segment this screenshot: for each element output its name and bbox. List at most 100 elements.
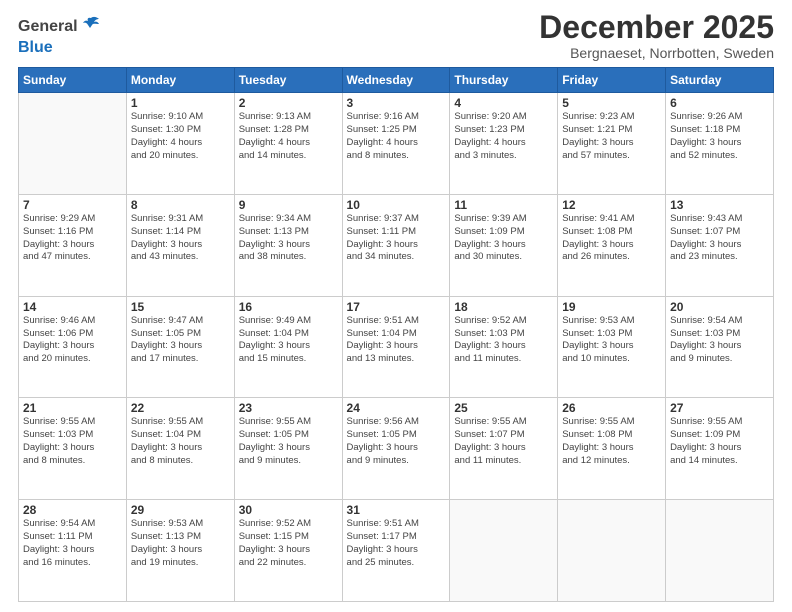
- calendar-cell: 20Sunrise: 9:54 AM Sunset: 1:03 PM Dayli…: [666, 296, 774, 398]
- day-number: 25: [454, 401, 553, 415]
- day-info: Sunrise: 9:23 AM Sunset: 1:21 PM Dayligh…: [562, 111, 661, 162]
- calendar-cell: 16Sunrise: 9:49 AM Sunset: 1:04 PM Dayli…: [234, 296, 342, 398]
- calendar-cell: 12Sunrise: 9:41 AM Sunset: 1:08 PM Dayli…: [558, 194, 666, 296]
- day-number: 19: [562, 300, 661, 314]
- calendar-week-row: 28Sunrise: 9:54 AM Sunset: 1:11 PM Dayli…: [19, 500, 774, 602]
- calendar-cell: 19Sunrise: 9:53 AM Sunset: 1:03 PM Dayli…: [558, 296, 666, 398]
- day-number: 5: [562, 96, 661, 110]
- calendar-cell: 8Sunrise: 9:31 AM Sunset: 1:14 PM Daylig…: [126, 194, 234, 296]
- calendar-cell: 3Sunrise: 9:16 AM Sunset: 1:25 PM Daylig…: [342, 93, 450, 195]
- day-info: Sunrise: 9:55 AM Sunset: 1:05 PM Dayligh…: [239, 416, 338, 467]
- page: General Blue December 2025 Bergnaeset, N…: [0, 0, 792, 612]
- day-number: 27: [670, 401, 769, 415]
- day-info: Sunrise: 9:51 AM Sunset: 1:04 PM Dayligh…: [347, 315, 446, 366]
- calendar-cell: 17Sunrise: 9:51 AM Sunset: 1:04 PM Dayli…: [342, 296, 450, 398]
- day-info: Sunrise: 9:10 AM Sunset: 1:30 PM Dayligh…: [131, 111, 230, 162]
- calendar-cell: 9Sunrise: 9:34 AM Sunset: 1:13 PM Daylig…: [234, 194, 342, 296]
- day-info: Sunrise: 9:29 AM Sunset: 1:16 PM Dayligh…: [23, 213, 122, 264]
- day-number: 7: [23, 198, 122, 212]
- day-number: 15: [131, 300, 230, 314]
- day-info: Sunrise: 9:55 AM Sunset: 1:08 PM Dayligh…: [562, 416, 661, 467]
- day-number: 23: [239, 401, 338, 415]
- calendar-cell: 5Sunrise: 9:23 AM Sunset: 1:21 PM Daylig…: [558, 93, 666, 195]
- day-number: 8: [131, 198, 230, 212]
- day-number: 13: [670, 198, 769, 212]
- day-number: 11: [454, 198, 553, 212]
- day-number: 6: [670, 96, 769, 110]
- day-info: Sunrise: 9:52 AM Sunset: 1:15 PM Dayligh…: [239, 518, 338, 569]
- calendar-cell: [19, 93, 127, 195]
- calendar-weekday-friday: Friday: [558, 68, 666, 93]
- day-info: Sunrise: 9:56 AM Sunset: 1:05 PM Dayligh…: [347, 416, 446, 467]
- day-info: Sunrise: 9:53 AM Sunset: 1:03 PM Dayligh…: [562, 315, 661, 366]
- calendar-cell: 24Sunrise: 9:56 AM Sunset: 1:05 PM Dayli…: [342, 398, 450, 500]
- day-info: Sunrise: 9:55 AM Sunset: 1:03 PM Dayligh…: [23, 416, 122, 467]
- calendar-cell: 31Sunrise: 9:51 AM Sunset: 1:17 PM Dayli…: [342, 500, 450, 602]
- day-info: Sunrise: 9:54 AM Sunset: 1:03 PM Dayligh…: [670, 315, 769, 366]
- calendar-table: SundayMondayTuesdayWednesdayThursdayFrid…: [18, 67, 774, 602]
- logo: General Blue: [18, 10, 101, 57]
- day-number: 22: [131, 401, 230, 415]
- day-info: Sunrise: 9:34 AM Sunset: 1:13 PM Dayligh…: [239, 213, 338, 264]
- calendar-cell: [450, 500, 558, 602]
- location: Bergnaeset, Norrbotten, Sweden: [539, 45, 774, 61]
- day-number: 28: [23, 503, 122, 517]
- day-number: 4: [454, 96, 553, 110]
- calendar-weekday-monday: Monday: [126, 68, 234, 93]
- calendar-cell: 2Sunrise: 9:13 AM Sunset: 1:28 PM Daylig…: [234, 93, 342, 195]
- calendar-cell: 22Sunrise: 9:55 AM Sunset: 1:04 PM Dayli…: [126, 398, 234, 500]
- calendar-cell: 29Sunrise: 9:53 AM Sunset: 1:13 PM Dayli…: [126, 500, 234, 602]
- day-info: Sunrise: 9:37 AM Sunset: 1:11 PM Dayligh…: [347, 213, 446, 264]
- day-number: 14: [23, 300, 122, 314]
- day-number: 24: [347, 401, 446, 415]
- day-number: 20: [670, 300, 769, 314]
- calendar-cell: 14Sunrise: 9:46 AM Sunset: 1:06 PM Dayli…: [19, 296, 127, 398]
- month-title: December 2025: [539, 10, 774, 45]
- logo-general: General: [18, 18, 78, 36]
- day-info: Sunrise: 9:51 AM Sunset: 1:17 PM Dayligh…: [347, 518, 446, 569]
- calendar-cell: 4Sunrise: 9:20 AM Sunset: 1:23 PM Daylig…: [450, 93, 558, 195]
- calendar-cell: 28Sunrise: 9:54 AM Sunset: 1:11 PM Dayli…: [19, 500, 127, 602]
- title-section: December 2025 Bergnaeset, Norrbotten, Sw…: [539, 10, 774, 61]
- calendar-cell: 6Sunrise: 9:26 AM Sunset: 1:18 PM Daylig…: [666, 93, 774, 195]
- day-info: Sunrise: 9:20 AM Sunset: 1:23 PM Dayligh…: [454, 111, 553, 162]
- day-number: 30: [239, 503, 338, 517]
- day-info: Sunrise: 9:53 AM Sunset: 1:13 PM Dayligh…: [131, 518, 230, 569]
- day-number: 18: [454, 300, 553, 314]
- calendar-cell: 10Sunrise: 9:37 AM Sunset: 1:11 PM Dayli…: [342, 194, 450, 296]
- calendar-weekday-thursday: Thursday: [450, 68, 558, 93]
- day-info: Sunrise: 9:46 AM Sunset: 1:06 PM Dayligh…: [23, 315, 122, 366]
- day-info: Sunrise: 9:49 AM Sunset: 1:04 PM Dayligh…: [239, 315, 338, 366]
- day-number: 12: [562, 198, 661, 212]
- day-number: 29: [131, 503, 230, 517]
- day-info: Sunrise: 9:31 AM Sunset: 1:14 PM Dayligh…: [131, 213, 230, 264]
- day-number: 1: [131, 96, 230, 110]
- day-number: 16: [239, 300, 338, 314]
- day-info: Sunrise: 9:55 AM Sunset: 1:07 PM Dayligh…: [454, 416, 553, 467]
- day-info: Sunrise: 9:55 AM Sunset: 1:09 PM Dayligh…: [670, 416, 769, 467]
- calendar-weekday-sunday: Sunday: [19, 68, 127, 93]
- calendar-cell: 13Sunrise: 9:43 AM Sunset: 1:07 PM Dayli…: [666, 194, 774, 296]
- calendar-cell: 21Sunrise: 9:55 AM Sunset: 1:03 PM Dayli…: [19, 398, 127, 500]
- day-info: Sunrise: 9:16 AM Sunset: 1:25 PM Dayligh…: [347, 111, 446, 162]
- day-number: 17: [347, 300, 446, 314]
- day-number: 9: [239, 198, 338, 212]
- day-info: Sunrise: 9:26 AM Sunset: 1:18 PM Dayligh…: [670, 111, 769, 162]
- calendar-cell: 27Sunrise: 9:55 AM Sunset: 1:09 PM Dayli…: [666, 398, 774, 500]
- day-info: Sunrise: 9:39 AM Sunset: 1:09 PM Dayligh…: [454, 213, 553, 264]
- calendar-weekday-saturday: Saturday: [666, 68, 774, 93]
- calendar-cell: [666, 500, 774, 602]
- day-info: Sunrise: 9:54 AM Sunset: 1:11 PM Dayligh…: [23, 518, 122, 569]
- day-number: 26: [562, 401, 661, 415]
- calendar-cell: 18Sunrise: 9:52 AM Sunset: 1:03 PM Dayli…: [450, 296, 558, 398]
- calendar-cell: 11Sunrise: 9:39 AM Sunset: 1:09 PM Dayli…: [450, 194, 558, 296]
- calendar-week-row: 7Sunrise: 9:29 AM Sunset: 1:16 PM Daylig…: [19, 194, 774, 296]
- calendar-cell: 7Sunrise: 9:29 AM Sunset: 1:16 PM Daylig…: [19, 194, 127, 296]
- day-number: 10: [347, 198, 446, 212]
- calendar-header-row: SundayMondayTuesdayWednesdayThursdayFrid…: [19, 68, 774, 93]
- logo-blue: Blue: [18, 39, 53, 56]
- day-info: Sunrise: 9:52 AM Sunset: 1:03 PM Dayligh…: [454, 315, 553, 366]
- calendar-week-row: 21Sunrise: 9:55 AM Sunset: 1:03 PM Dayli…: [19, 398, 774, 500]
- day-number: 31: [347, 503, 446, 517]
- day-info: Sunrise: 9:43 AM Sunset: 1:07 PM Dayligh…: [670, 213, 769, 264]
